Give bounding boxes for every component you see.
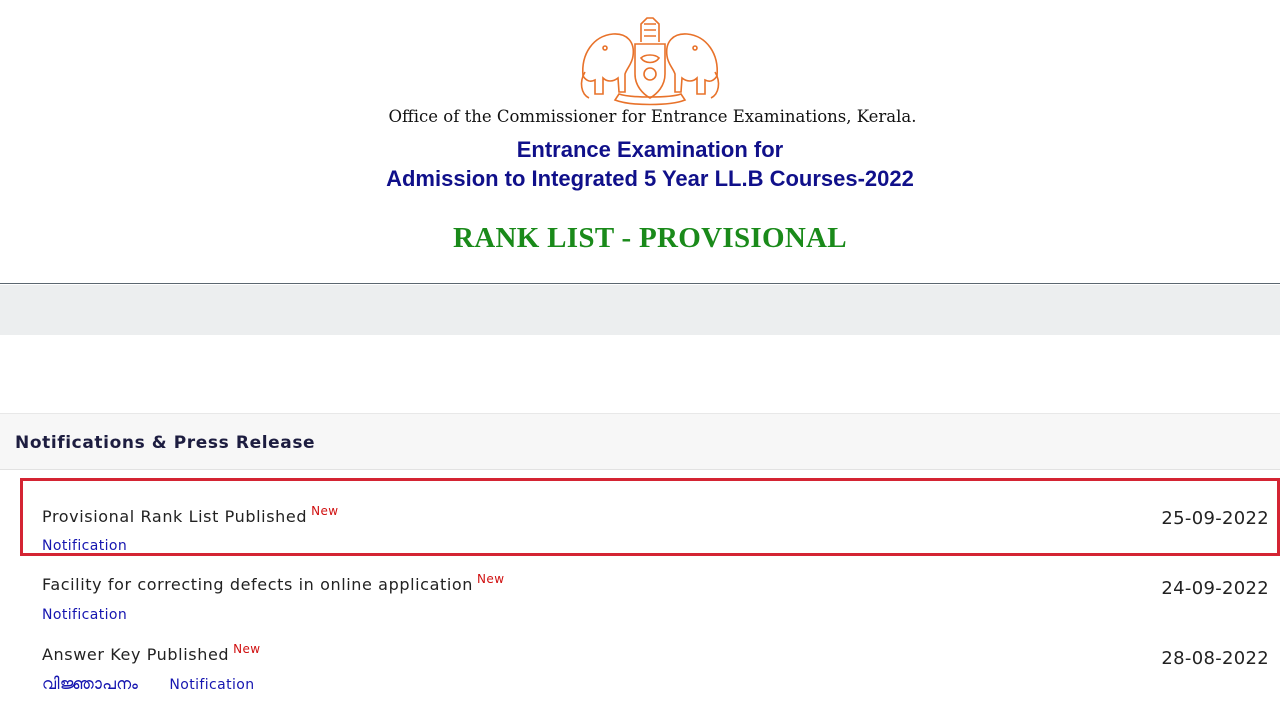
notification-title[interactable]: Provisional Rank List Published New [42,504,339,526]
notification-title[interactable]: Answer Key Published New [42,642,261,664]
notifications-title: Notifications & Press Release [15,433,316,453]
exam-title-line2: Admission to Integrated 5 Year LL.B Cour… [386,166,914,191]
notification-item: Answer Key Published New 28-08-2022 വിജ്ഞ… [20,621,1280,699]
new-badge: New [477,572,505,586]
office-name: Office of the Commissioner for Entrance … [388,107,917,126]
notification-date: 24-09-2022 [1161,578,1269,599]
notification-link[interactable]: Notification [169,677,254,693]
notification-link-malayalam[interactable]: വിജ്ഞാപനം [42,674,138,693]
notification-date: 28-08-2022 [1161,648,1269,669]
notification-item: Provisional Rank List Published New 25-09… [20,478,1280,556]
notification-title[interactable]: Facility for correcting defects in onlin… [42,572,505,594]
new-badge: New [311,504,339,518]
nav-band [0,285,1280,335]
notification-date: 25-09-2022 [1161,508,1269,529]
new-badge: New [233,642,261,656]
page-heading: RANK LIST - PROVISIONAL [453,222,847,254]
exam-title-line1: Entrance Examination for [516,137,784,162]
notification-links: വിജ്ഞാപനം Notification [42,674,281,694]
page-header: Office of the Commissioner for Entrance … [0,0,1280,284]
notification-item: Facility for correcting defects in onlin… [20,551,1280,629]
notifications-header: Notifications & Press Release [0,413,1280,470]
kerala-emblem-icon [580,17,720,106]
